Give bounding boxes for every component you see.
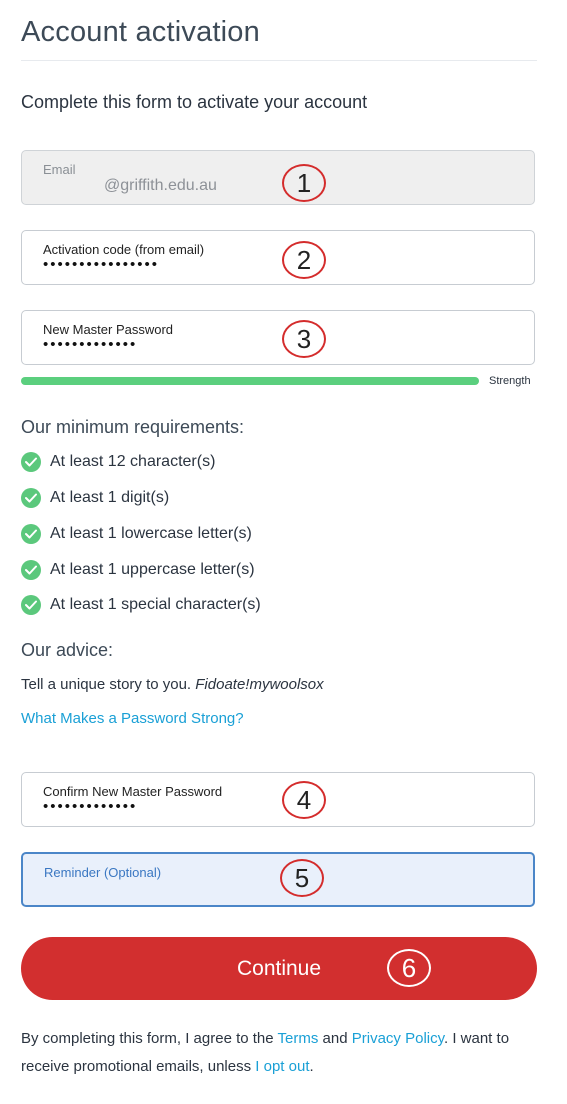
terms-link[interactable]: Terms bbox=[278, 1030, 319, 1047]
title-divider bbox=[21, 60, 537, 61]
privacy-policy-link[interactable]: Privacy Policy bbox=[352, 1030, 444, 1047]
annotation-badge-2: 2 bbox=[282, 241, 326, 279]
requirement-item: At least 1 lowercase letter(s) bbox=[21, 523, 252, 545]
check-icon bbox=[21, 560, 41, 580]
email-value: @griffith.edu.au bbox=[104, 177, 217, 194]
requirement-text: At least 1 lowercase letter(s) bbox=[50, 525, 252, 542]
reminder-label: Reminder (Optional) bbox=[44, 865, 162, 880]
requirements-heading: Our minimum requirements: bbox=[21, 417, 245, 437]
check-icon bbox=[21, 452, 41, 472]
new-password-label: New Master Password bbox=[43, 322, 174, 337]
requirement-text: At least 1 special character(s) bbox=[50, 596, 261, 613]
reminder-field[interactable]: Reminder (Optional) bbox=[21, 852, 535, 907]
annotation-badge-3: 3 bbox=[282, 320, 326, 358]
continue-label: Continue bbox=[236, 956, 322, 980]
check-icon bbox=[21, 595, 41, 615]
new-password-value[interactable]: ••••••••••••• bbox=[43, 337, 137, 352]
legal-text-part: . bbox=[309, 1058, 314, 1075]
legal-text-part: and bbox=[318, 1030, 352, 1047]
annotation-badge-4: 4 bbox=[282, 781, 326, 819]
advice-sentence: Tell a unique story to you. bbox=[21, 676, 196, 693]
legal-text: By completing this form, I agree to the … bbox=[21, 1025, 541, 1081]
password-strength-link[interactable]: What Makes a Password Strong? bbox=[21, 710, 244, 727]
requirement-text: At least 1 digit(s) bbox=[50, 489, 170, 506]
page-title: Account activation bbox=[21, 16, 260, 48]
requirement-text: At least 12 character(s) bbox=[50, 453, 216, 470]
annotation-badge-5: 5 bbox=[280, 859, 324, 897]
confirm-password-label: Confirm New Master Password bbox=[43, 784, 223, 799]
annotation-badge-1: 1 bbox=[282, 164, 326, 202]
activation-code-value[interactable]: •••••••••••••••• bbox=[43, 257, 159, 272]
requirement-text: At least 1 uppercase letter(s) bbox=[50, 561, 255, 578]
confirm-password-value[interactable]: ••••••••••••• bbox=[43, 799, 137, 814]
continue-button[interactable]: Continue 6 bbox=[21, 937, 537, 1000]
email-label: Email bbox=[43, 162, 76, 177]
requirement-item: At least 1 digit(s) bbox=[21, 487, 169, 509]
strength-label: Strength bbox=[489, 375, 531, 387]
advice-example: Fidoate!mywoolsox bbox=[195, 676, 324, 693]
activation-code-field[interactable]: Activation code (from email) •••••••••••… bbox=[21, 230, 535, 285]
advice-heading: Our advice: bbox=[21, 640, 114, 660]
activation-code-label: Activation code (from email) bbox=[43, 242, 205, 257]
requirement-item: At least 1 special character(s) bbox=[21, 594, 261, 616]
requirement-item: At least 12 character(s) bbox=[21, 451, 215, 473]
check-icon bbox=[21, 524, 41, 544]
opt-out-link[interactable]: I opt out bbox=[255, 1058, 309, 1075]
requirement-item: At least 1 uppercase letter(s) bbox=[21, 559, 255, 581]
email-field: Email @griffith.edu.au bbox=[21, 150, 535, 205]
check-icon bbox=[21, 488, 41, 508]
new-password-field[interactable]: New Master Password ••••••••••••• bbox=[21, 310, 535, 365]
confirm-password-field[interactable]: Confirm New Master Password ••••••••••••… bbox=[21, 772, 535, 827]
advice-text: Tell a unique story to you. Fidoate!mywo… bbox=[21, 676, 324, 693]
annotation-badge-6: 6 bbox=[387, 949, 431, 987]
strength-meter bbox=[21, 377, 479, 385]
page-subtitle: Complete this form to activate your acco… bbox=[21, 92, 368, 112]
legal-text-part: By completing this form, I agree to the bbox=[21, 1030, 278, 1047]
